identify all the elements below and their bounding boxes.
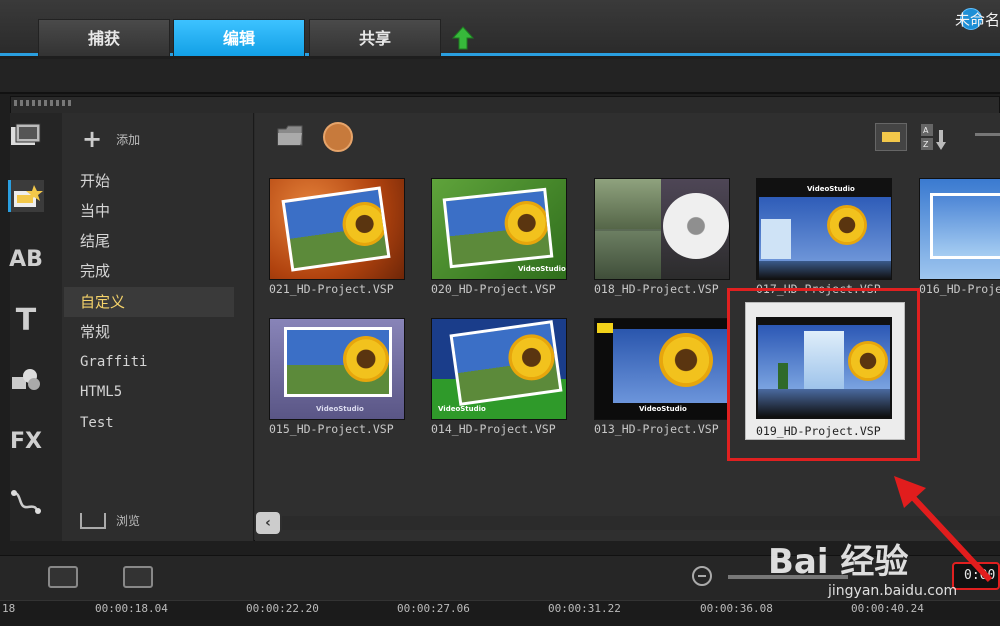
selection-highlight	[727, 288, 920, 461]
ruler-label: 00:00:18.04	[95, 602, 168, 615]
thumbnail-item[interactable]: 021_HD-Project.VSP	[257, 176, 407, 296]
folder-item[interactable]: Test	[64, 408, 234, 438]
add-folder-button[interactable]: + 添加	[82, 125, 140, 153]
videostudio-watermark: VideoStudio	[316, 405, 364, 413]
folder-item-active[interactable]: 自定义	[64, 287, 234, 317]
thumbnail-label: 020_HD-Project.VSP	[431, 282, 556, 296]
thumbnail-item[interactable]: VideoStudio 013_HD-Project.VSP	[582, 316, 732, 436]
thumbnail-image: VideoStudio	[269, 318, 405, 420]
add-label: 添加	[116, 132, 141, 147]
browse-label: 浏览	[116, 514, 141, 528]
path-icon[interactable]	[8, 486, 44, 518]
folder-item[interactable]: Graffiti	[64, 347, 234, 377]
thumbnail-image	[919, 178, 1000, 280]
project-badge-icon	[597, 323, 613, 333]
folder-item[interactable]: 常规	[64, 317, 234, 347]
thumbnail-image	[269, 178, 405, 280]
thumbnail-item[interactable]: VideoStudio 017_HD-Project.VSP	[744, 176, 894, 296]
ruler-label: 00:00:40.24	[851, 602, 924, 615]
thumbnail-label: 013_HD-Project.VSP	[594, 422, 719, 436]
tab-share[interactable]: 共享	[309, 19, 441, 56]
thumbnail-item[interactable]: 016_HD-Project.VSP	[907, 176, 1000, 296]
filter-icon[interactable]: FX	[8, 425, 44, 457]
plus-icon: +	[82, 125, 103, 153]
sort-icon[interactable]: A Z	[919, 122, 947, 152]
tab-capture[interactable]: 捕获	[38, 19, 170, 56]
media-icon[interactable]	[8, 120, 44, 152]
thumbnail-label: 016_HD-Project.VSP	[919, 282, 1000, 296]
ruler-label: 18	[2, 602, 16, 615]
thumbnail-label: 015_HD-Project.VSP	[269, 422, 394, 436]
thumbnail-image: VideoStudio	[431, 178, 567, 280]
thumbnail-image: VideoStudio	[756, 178, 892, 280]
title-icon[interactable]: T	[8, 303, 44, 338]
thumbnail-item[interactable]: VideoStudio 015_HD-Project.VSP	[257, 316, 407, 436]
upload-arrow-icon[interactable]	[452, 26, 474, 50]
panel-grip[interactable]	[14, 100, 72, 106]
title-track-button[interactable]	[48, 566, 78, 588]
instant-project-icon[interactable]	[8, 180, 44, 212]
graphic-icon[interactable]	[8, 364, 44, 396]
svg-text:A: A	[923, 126, 929, 135]
thumbnail-label: 014_HD-Project.VSP	[431, 422, 556, 436]
folder-icon[interactable]	[277, 124, 303, 146]
browse-button[interactable]: 浏览	[80, 512, 140, 529]
videostudio-watermark: VideoStudio	[639, 405, 687, 413]
folder-item[interactable]: HTML5	[64, 377, 234, 407]
folder-item[interactable]: 当中	[64, 196, 234, 226]
thumbnail-item[interactable]: VideoStudio 014_HD-Project.VSP	[419, 316, 569, 436]
thumbnail-size-slider[interactable]	[975, 133, 1000, 136]
baidu-watermark: Bai 经验	[768, 542, 909, 582]
ruler-label: 00:00:31.22	[548, 602, 621, 615]
storyboard-view-button[interactable]	[123, 566, 153, 588]
thumbnail-item[interactable]: 018_HD-Project.VSP	[582, 176, 732, 296]
videostudio-watermark: VideoStudio	[438, 405, 486, 413]
ruler-label: 00:00:36.08	[700, 602, 773, 615]
thumbnail-label: 018_HD-Project.VSP	[594, 282, 719, 296]
project-title: 未命名	[954, 11, 1000, 29]
zoom-out-icon[interactable]	[692, 566, 712, 586]
instant-project-clock-icon[interactable]	[323, 122, 353, 152]
baidu-watermark-url: jingyan.baidu.com	[828, 583, 958, 599]
thumbnail-image: VideoStudio	[431, 318, 567, 420]
videostudio-watermark: VideoStudio	[518, 265, 566, 273]
videostudio-watermark: VideoStudio	[807, 185, 855, 193]
folder-item[interactable]: 开始	[64, 166, 234, 196]
browse-tray-icon	[80, 512, 106, 529]
folder-item[interactable]: 完成	[64, 256, 234, 286]
ruler-label: 00:00:27.06	[397, 602, 470, 615]
folder-item[interactable]: 结尾	[64, 226, 234, 256]
view-toggle-button[interactable]	[875, 123, 907, 151]
scroll-left-button[interactable]: ‹	[256, 512, 280, 534]
transition-icon[interactable]: AB	[8, 243, 44, 275]
title-strip	[0, 59, 1000, 94]
thumbnail-label: 021_HD-Project.VSP	[269, 282, 394, 296]
thumbnail-image: VideoStudio	[594, 318, 730, 420]
thumbnail-item[interactable]: VideoStudio 020_HD-Project.VSP	[419, 176, 569, 296]
tab-edit[interactable]: 编辑	[173, 19, 305, 56]
ruler-label: 00:00:22.20	[246, 602, 319, 615]
thumbnail-image	[594, 178, 730, 280]
svg-text:Z: Z	[923, 140, 929, 149]
